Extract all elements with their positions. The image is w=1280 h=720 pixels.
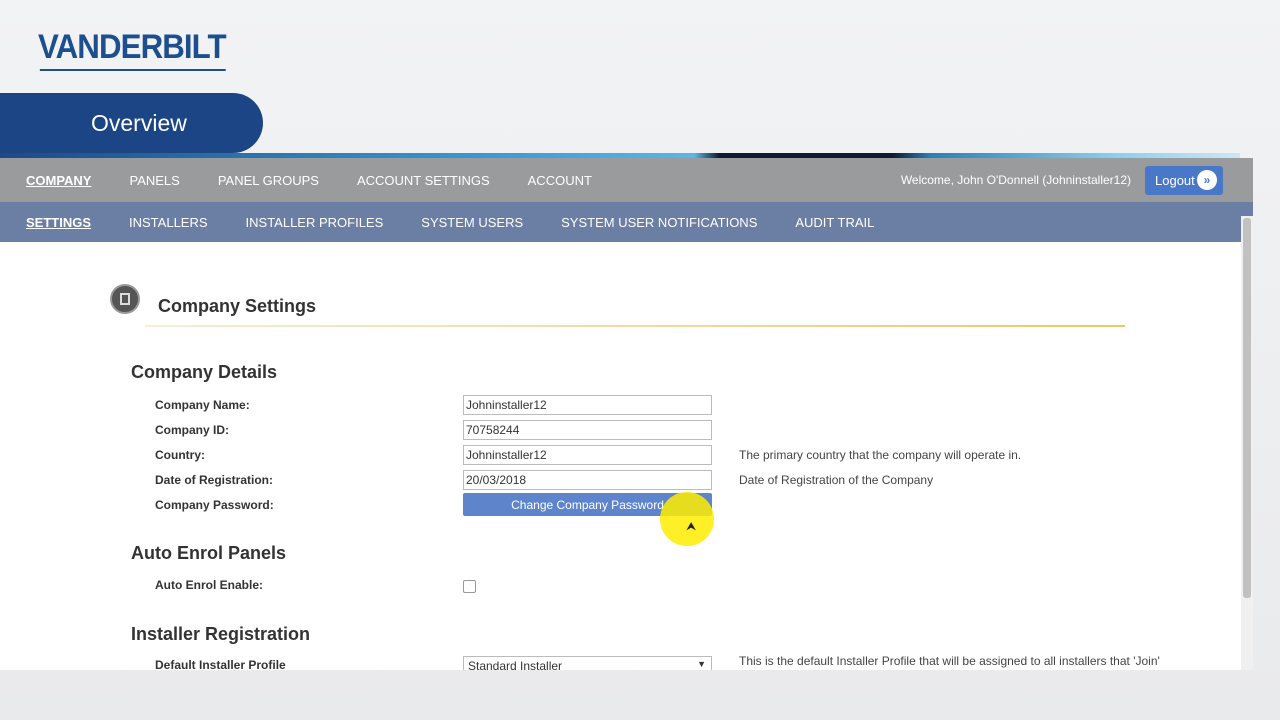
country-field[interactable] [463, 445, 712, 465]
subnav-installers[interactable]: INSTALLERS [129, 215, 208, 230]
nav-account-settings[interactable]: ACCOUNT SETTINGS [357, 173, 490, 188]
secondary-nav: SETTINGS INSTALLERS INSTALLER PROFILES S… [0, 202, 1253, 242]
mouse-pointer-icon: ⮝ [686, 519, 697, 533]
subnav-settings[interactable]: SETTINGS [26, 215, 91, 230]
section-company-details: Company Details [131, 362, 278, 382]
app-window: COMPANY PANELS PANEL GROUPS ACCOUNT SETT… [0, 158, 1253, 670]
company-id-field[interactable] [463, 420, 712, 440]
logout-button[interactable]: Logout » [1145, 166, 1223, 195]
overview-tab: Overview [0, 93, 263, 153]
default-installer-profile-select[interactable]: Standard Installer ▼ [463, 656, 712, 670]
vertical-scrollbar[interactable] [1241, 216, 1253, 670]
company-name-field[interactable] [463, 395, 712, 415]
auto-enrol-enable-checkbox[interactable] [463, 580, 476, 593]
welcome-text: Welcome, John O'Donnell (Johninstaller12… [900, 173, 1131, 187]
company-name-label: Company Name: [155, 398, 250, 412]
select-value: Standard Installer [468, 659, 563, 670]
subnav-audit-trail[interactable]: AUDIT TRAIL [795, 215, 874, 230]
vanderbilt-logo: VANDERBILT [38, 28, 227, 71]
overview-tab-label: Overview [91, 109, 187, 136]
nav-panels[interactable]: PANELS [129, 173, 179, 188]
auto-enrol-enable-label: Auto Enrol Enable: [155, 578, 263, 592]
subnav-system-users[interactable]: SYSTEM USERS [421, 215, 523, 230]
registration-date-hint: Date of Registration of the Company [739, 473, 934, 487]
company-id-label: Company ID: [155, 423, 230, 437]
section-auto-enrol: Auto Enrol Panels [131, 543, 287, 563]
subnav-installer-profiles[interactable]: INSTALLER PROFILES [246, 215, 384, 230]
registration-date-field[interactable] [463, 470, 712, 490]
nav-panel-groups[interactable]: PANEL GROUPS [218, 173, 319, 188]
nav-account[interactable]: ACCOUNT [528, 173, 592, 188]
country-label: Country: [155, 448, 205, 462]
registration-date-label: Date of Registration: [155, 473, 274, 487]
scrollbar-thumb[interactable] [1243, 218, 1251, 598]
nav-company[interactable]: COMPANY [26, 173, 91, 188]
page-title: Company Settings [158, 296, 317, 316]
country-hint: The primary country that the company wil… [739, 448, 1022, 462]
default-installer-profile-label: Default Installer Profile [155, 658, 286, 670]
chevron-down-icon: ▼ [697, 659, 706, 669]
default-installer-profile-hint: This is the default Installer Profile th… [739, 654, 1160, 668]
section-installer-registration: Installer Registration [131, 624, 311, 644]
building-icon [110, 284, 140, 314]
subnav-system-user-notifications[interactable]: SYSTEM USER NOTIFICATIONS [561, 215, 757, 230]
company-password-label: Company Password: [155, 498, 274, 512]
double-chevron-right-icon: » [1197, 170, 1217, 190]
logout-label: Logout [1155, 173, 1195, 188]
primary-nav: COMPANY PANELS PANEL GROUPS ACCOUNT SETT… [0, 158, 1253, 202]
title-divider [145, 325, 1125, 327]
